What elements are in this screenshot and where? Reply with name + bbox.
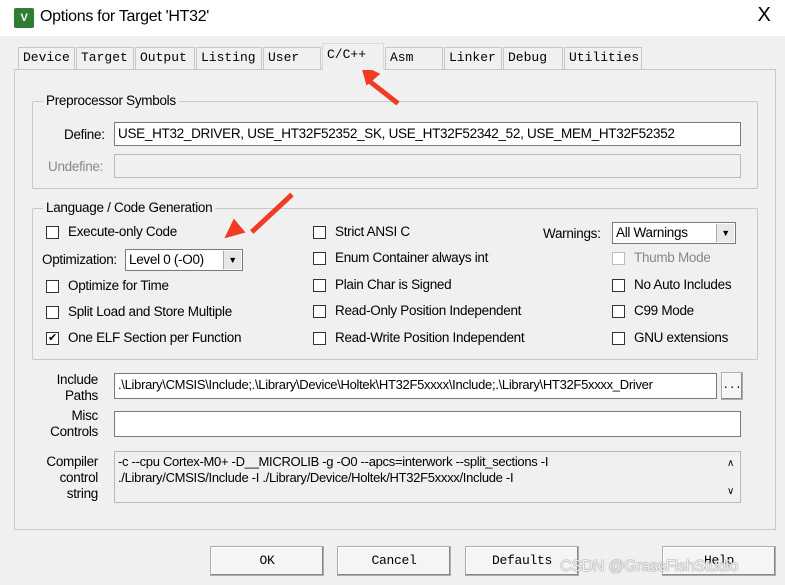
include-browse-button[interactable]: ... bbox=[721, 372, 743, 400]
plain-char-checkbox[interactable] bbox=[313, 279, 326, 292]
define-label: Define: bbox=[64, 127, 105, 142]
tab-asm[interactable]: Asm bbox=[385, 47, 443, 69]
compiler-label-line1: Compiler bbox=[46, 454, 98, 469]
execute-only-label: Execute-only Code bbox=[68, 224, 177, 239]
no-auto-includes-label: No Auto Includes bbox=[634, 277, 732, 292]
misc-controls-label: Misc Controls bbox=[40, 408, 98, 440]
codegen-title: Language / Code Generation bbox=[43, 200, 216, 215]
tab-utilities[interactable]: Utilities bbox=[564, 47, 642, 69]
include-paths-label: Include Paths bbox=[40, 372, 99, 404]
misc-controls-input[interactable] bbox=[114, 411, 741, 437]
chevron-down-icon: ▼ bbox=[223, 251, 241, 269]
include-paths-input[interactable]: .\Library\CMSIS\Include;.\Library\Device… bbox=[114, 373, 717, 399]
watermark: CSDN @GrassFishStudio bbox=[560, 558, 738, 575]
checkmark-icon: ✔ bbox=[48, 332, 57, 344]
c99-label: C99 Mode bbox=[634, 303, 694, 318]
enum-container-label: Enum Container always int bbox=[335, 250, 489, 265]
compiler-label-line2: control bbox=[59, 470, 99, 485]
strict-ansi-checkbox[interactable] bbox=[313, 226, 326, 239]
compiler-string-textarea[interactable]: -c --cpu Cortex-M0+ -D__MICROLIB -g -O0 … bbox=[114, 451, 741, 503]
undefine-input[interactable] bbox=[114, 154, 741, 178]
split-load-checkbox[interactable] bbox=[46, 306, 59, 319]
gnu-ext-checkbox[interactable] bbox=[612, 332, 625, 345]
warnings-label: Warnings: bbox=[543, 226, 601, 241]
gnu-ext-label: GNU extensions bbox=[634, 330, 729, 345]
cancel-button[interactable]: Cancel bbox=[337, 546, 451, 576]
compiler-string-line1: -c --cpu Cortex-M0+ -D__MICROLIB -g -O0 … bbox=[118, 454, 549, 469]
tab-user[interactable]: User bbox=[263, 47, 321, 69]
optimize-time-label: Optimize for Time bbox=[68, 278, 169, 293]
tab-listing[interactable]: Listing bbox=[196, 47, 262, 69]
keil-uvision-icon: V bbox=[14, 8, 34, 28]
strict-ansi-label: Strict ANSI C bbox=[335, 224, 410, 239]
compiler-string-line2: ./Library/CMSIS/Include -I ./Library/Dev… bbox=[118, 470, 514, 485]
window-title: Options for Target 'HT32' bbox=[40, 8, 210, 25]
split-load-label: Split Load and Store Multiple bbox=[68, 304, 232, 319]
warnings-select[interactable]: All Warnings ▼ bbox=[612, 222, 736, 244]
c99-checkbox[interactable] bbox=[612, 305, 625, 318]
tab-linker[interactable]: Linker bbox=[444, 47, 502, 69]
one-elf-label: One ELF Section per Function bbox=[68, 330, 242, 345]
plain-char-label: Plain Char is Signed bbox=[335, 277, 452, 292]
misc-label-line2: Controls bbox=[50, 424, 98, 439]
chevron-down-icon: ▼ bbox=[716, 224, 734, 242]
optimization-select[interactable]: Level 0 (-O0) ▼ bbox=[125, 249, 243, 271]
ro-pi-label: Read-Only Position Independent bbox=[335, 303, 522, 318]
optimization-value: Level 0 (-O0) bbox=[129, 252, 204, 267]
tab-output[interactable]: Output bbox=[135, 47, 195, 69]
include-label-line2: Paths bbox=[64, 388, 98, 403]
optimize-time-checkbox[interactable] bbox=[46, 280, 59, 293]
scroll-up-icon[interactable]: ∧ bbox=[727, 456, 734, 472]
enum-container-checkbox[interactable] bbox=[313, 252, 326, 265]
no-auto-includes-checkbox[interactable] bbox=[612, 279, 625, 292]
include-label-line1: Include bbox=[56, 372, 99, 387]
misc-label-line1: Misc bbox=[71, 408, 98, 423]
tab-cc[interactable]: C/C++ bbox=[322, 43, 384, 70]
thumb-mode-checkbox[interactable] bbox=[612, 252, 625, 265]
compiler-string-label: Compiler control string bbox=[40, 454, 98, 502]
define-input[interactable]: USE_HT32_DRIVER, USE_HT32F52352_SK, USE_… bbox=[114, 122, 741, 146]
ro-pi-checkbox[interactable] bbox=[313, 305, 326, 318]
rw-pi-label: Read-Write Position Independent bbox=[335, 330, 525, 345]
one-elf-checkbox[interactable]: ✔ bbox=[46, 332, 59, 345]
execute-only-checkbox[interactable] bbox=[46, 226, 59, 239]
thumb-mode-label: Thumb Mode bbox=[634, 250, 711, 265]
optimization-label: Optimization: bbox=[42, 252, 117, 267]
tab-debug[interactable]: Debug bbox=[503, 47, 563, 69]
rw-pi-checkbox[interactable] bbox=[313, 332, 326, 345]
warnings-value: All Warnings bbox=[616, 225, 688, 240]
close-button[interactable]: X bbox=[752, 4, 776, 27]
tab-target[interactable]: Target bbox=[76, 47, 134, 69]
undefine-label: Undefine: bbox=[48, 159, 104, 174]
tab-device[interactable]: Device bbox=[18, 47, 75, 69]
ok-button[interactable]: OK bbox=[210, 546, 324, 576]
compiler-label-line3: string bbox=[66, 486, 99, 501]
scroll-down-icon[interactable]: ∨ bbox=[727, 484, 734, 500]
preprocessor-title: Preprocessor Symbols bbox=[43, 93, 179, 108]
